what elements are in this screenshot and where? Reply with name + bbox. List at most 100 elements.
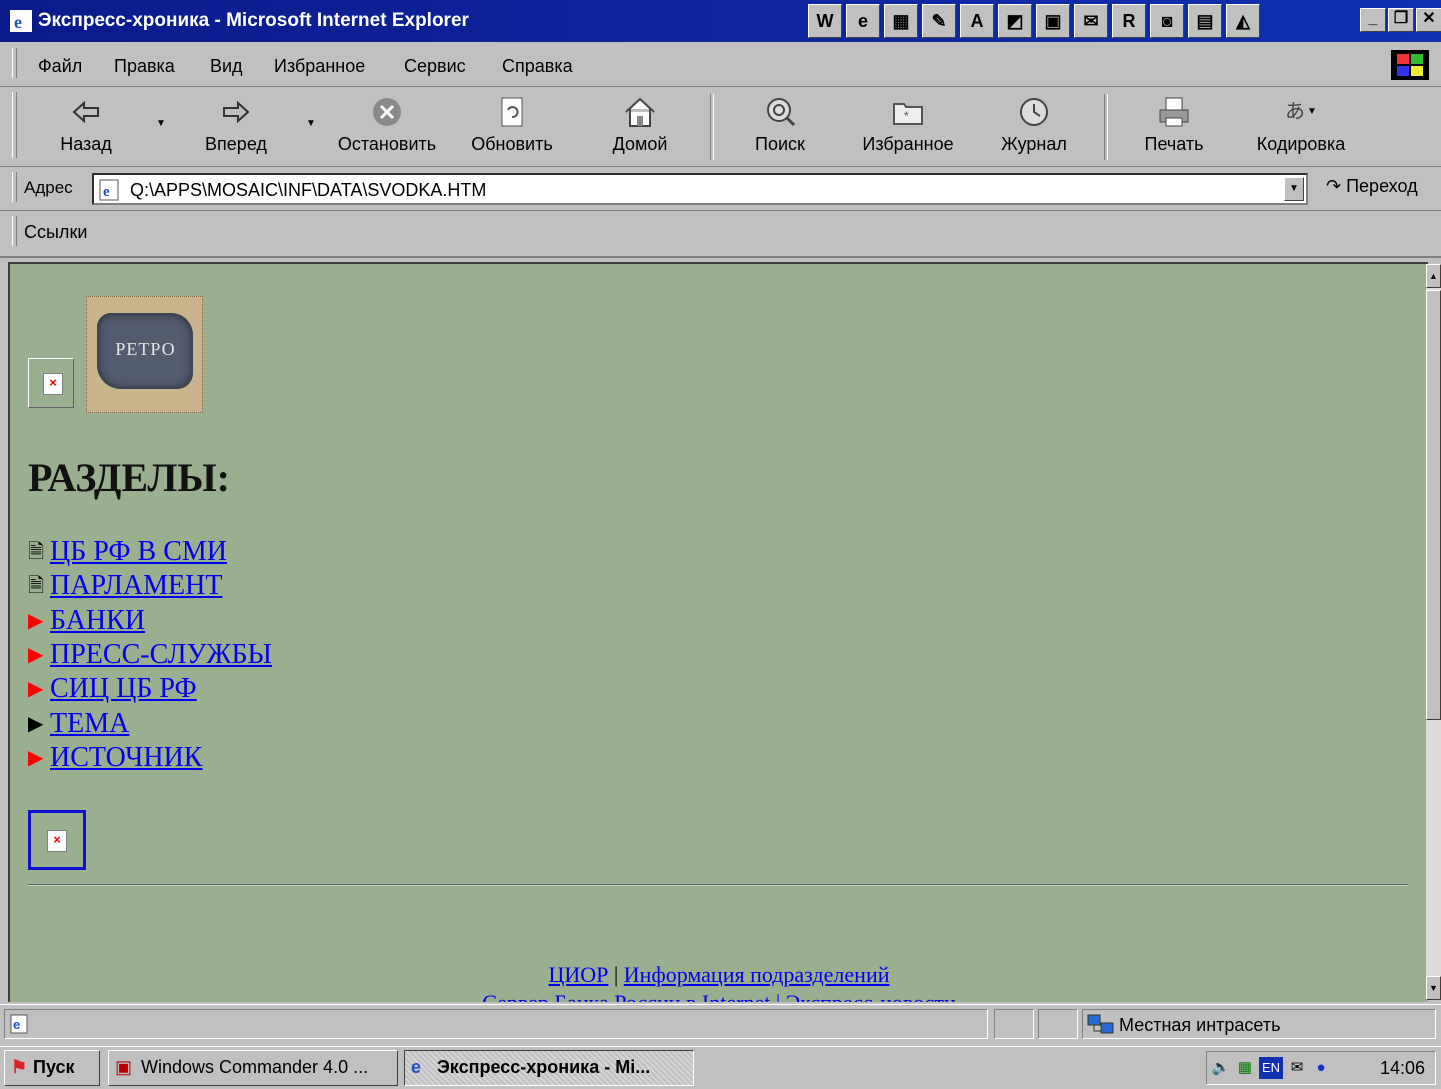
forward-dropdown-icon[interactable]: ▼ (306, 118, 316, 129)
status-panel-zone: Местная интрасеть (1082, 1009, 1436, 1039)
shortcut-tool-icon[interactable]: R (1112, 4, 1146, 38)
menu-help[interactable]: Справка (502, 56, 573, 77)
shortcut-tool-icon[interactable]: ◩ (998, 4, 1032, 38)
address-bar: Адрес e Q:\APPS\MOSAIC\INF\DATA\SVODKA.H… (0, 168, 1441, 211)
forward-label: Вперед (205, 134, 267, 154)
address-input[interactable]: e Q:\APPS\MOSAIC\INF\DATA\SVODKA.HTM ▼ (92, 173, 1308, 205)
menu-tools[interactable]: Сервис (404, 56, 466, 77)
shortcut-tool-icon[interactable]: ◭ (1226, 4, 1260, 38)
back-arrow-icon (72, 100, 99, 124)
scroll-thumb[interactable] (1426, 290, 1441, 720)
section-link[interactable]: ПАРЛАМЕНТ (50, 570, 222, 601)
shortcut-tool-icon[interactable]: ▤ (1188, 4, 1222, 38)
back-button[interactable]: Назад (36, 92, 136, 155)
section-item: ▶ БАНКИ (28, 605, 145, 637)
menu-grip[interactable] (12, 48, 17, 78)
broken-image-link[interactable]: × (28, 810, 86, 870)
shortcut-tool-icon[interactable]: A (960, 4, 994, 38)
history-icon (1020, 98, 1048, 126)
menu-edit[interactable]: Правка (114, 56, 175, 77)
taskbar: ⚑ Пуск ▣ Windows Commander 4.0 ... e Экспре… (0, 1046, 1441, 1089)
section-item: ▶ ИСТОЧНИК (28, 742, 202, 774)
svg-text:e: e (14, 12, 22, 32)
system-tray: 🔈 ▦ EN ✉ ● 14:06 (1206, 1051, 1436, 1085)
arrow-bullet-icon: ▶ (28, 609, 44, 632)
ie-task-icon: e (411, 1057, 422, 1077)
section-link[interactable]: СИЦ ЦБ РФ (50, 673, 197, 704)
section-link[interactable]: ЦБ РФ В СМИ (50, 536, 227, 567)
clock[interactable]: 14:06 (1380, 1058, 1425, 1079)
home-icon (625, 97, 655, 127)
search-button[interactable]: Поиск (730, 92, 830, 155)
windows-logo-icon (1391, 50, 1429, 80)
footer-link-departments[interactable]: Информация подразделений (624, 962, 890, 987)
mail-icon[interactable]: ✉ (1287, 1057, 1307, 1079)
search-icon (767, 98, 796, 127)
go-button[interactable]: ↷ Переход (1326, 176, 1418, 197)
shortcut-tool-icon[interactable]: ▣ (1036, 4, 1070, 38)
encoding-icon: あ ▼ (1285, 99, 1317, 123)
shortcut-tool-icon[interactable]: e (846, 4, 880, 38)
stop-label: Остановить (337, 134, 437, 154)
restore-button[interactable]: ❐ (1388, 8, 1414, 32)
section-link[interactable]: ТЕМА (50, 708, 129, 739)
history-button[interactable]: Журнал (984, 92, 1084, 155)
menu-favorites[interactable]: Избранное (274, 56, 365, 77)
toolbar-grip[interactable] (12, 92, 17, 158)
minimize-button[interactable]: _ (1360, 8, 1386, 32)
favorites-button[interactable]: * Избранное (852, 92, 964, 155)
shortcut-tool-icon[interactable]: ◙ (1150, 4, 1184, 38)
window-title: Экспресс-хроника - Microsoft Internet Ex… (38, 10, 469, 31)
volume-icon[interactable]: 🔈 (1211, 1057, 1231, 1079)
shortcut-tool-icon[interactable]: ✎ (922, 4, 956, 38)
home-button[interactable]: Домой (590, 92, 690, 155)
address-value: Q:\APPS\MOSAIC\INF\DATA\SVODKA.HTM (130, 180, 487, 200)
section-link[interactable]: БАНКИ (50, 605, 145, 636)
page-icon: e (99, 179, 119, 201)
shortcut-tool-icon[interactable]: W (808, 4, 842, 38)
links-label[interactable]: Ссылки (24, 222, 87, 243)
shortcut-tool-icon[interactable]: ▦ (884, 4, 918, 38)
menu-view[interactable]: Вид (210, 56, 243, 77)
menu-bar: Файл Правка Вид Избранное Сервис Справка (0, 44, 1441, 87)
footer-links-line2[interactable]: Сервер Банка России в Internet | Экспрес… (10, 990, 1428, 1002)
back-dropdown-icon[interactable]: ▼ (156, 118, 166, 129)
arrow-bullet-icon: ▶ (28, 678, 44, 701)
svg-text:e: e (13, 1017, 20, 1032)
retro-logo-text: РЕТРО (115, 339, 176, 359)
network-icon[interactable]: ▦ (1235, 1057, 1255, 1079)
address-dropdown-icon[interactable]: ▼ (1284, 177, 1304, 201)
title-bar[interactable]: e Экспресс-хроника - Microsoft Internet … (0, 0, 1441, 42)
encoding-label: Кодировка (1256, 134, 1346, 154)
vertical-scrollbar[interactable]: ▲ ▼ (1426, 264, 1441, 1000)
start-button[interactable]: ⚑ Пуск (4, 1050, 100, 1086)
section-item: 🗎 ЦБ РФ В СМИ (28, 536, 227, 571)
history-label: Журнал (1001, 134, 1067, 154)
status-panel-progress (994, 1009, 1034, 1039)
address-grip[interactable] (12, 172, 17, 202)
task-express-chronicle[interactable]: e Экспресс-хроника - Mi... (404, 1050, 694, 1086)
section-item: ▶ ТЕМА (28, 708, 129, 740)
forward-button[interactable]: Вперед (186, 92, 286, 155)
retro-logo[interactable]: РЕТРО (86, 296, 203, 413)
stop-button[interactable]: Остановить (330, 92, 444, 155)
shortcut-tool-icon[interactable]: ✉ (1074, 4, 1108, 38)
menu-file[interactable]: Файл (38, 56, 82, 77)
footer-link-cior[interactable]: ЦИОР (548, 962, 608, 987)
print-label: Печать (1144, 134, 1204, 154)
links-grip[interactable] (12, 216, 17, 246)
section-link[interactable]: ПРЕСС-СЛУЖБЫ (50, 639, 272, 670)
section-link[interactable]: ИСТОЧНИК (50, 742, 202, 773)
home-label: Домой (612, 134, 668, 154)
floppy-icon: ▣ (115, 1057, 133, 1077)
refresh-button[interactable]: Обновить (462, 92, 562, 155)
messenger-icon[interactable]: ● (1311, 1057, 1331, 1079)
scroll-down-icon[interactable]: ▼ (1426, 976, 1441, 1000)
task-windows-commander[interactable]: ▣ Windows Commander 4.0 ... (108, 1050, 398, 1086)
encoding-button[interactable]: あ ▼ Кодировка (1246, 92, 1356, 155)
print-button[interactable]: Печать (1124, 92, 1224, 155)
language-indicator[interactable]: EN (1259, 1057, 1283, 1079)
scroll-up-icon[interactable]: ▲ (1426, 264, 1441, 288)
favorites-folder-icon: * (893, 103, 923, 125)
close-button[interactable]: ✕ (1416, 8, 1441, 32)
